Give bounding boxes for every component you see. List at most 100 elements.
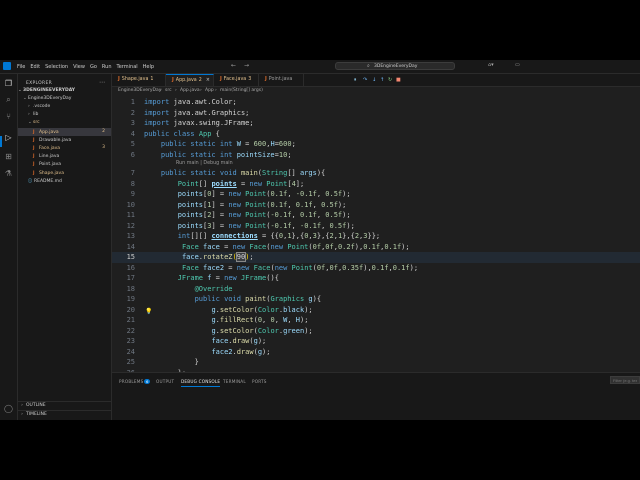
code-token: 0.5f [321, 200, 338, 209]
folder-engine[interactable]: ⌄Engine3DEveryDay [18, 95, 116, 103]
tree-item-label: lib [33, 112, 39, 118]
code-token: face2 [203, 263, 225, 272]
code-text: points[3] = new Point(-0.1f, -0.1f, 0.5f… [144, 221, 355, 232]
tree-item[interactable]: J Drawable.java [18, 136, 111, 144]
code-token: face2 [211, 347, 233, 356]
close-tab-icon[interactable]: × [206, 78, 210, 83]
tree-item[interactable]: J App.java 2 [18, 127, 111, 136]
code-line: 18 @Override [112, 284, 640, 295]
code-line: 21 g.fillRect(0, 0, W, H); [112, 315, 640, 326]
code-token: draw [236, 347, 254, 356]
run-debug-icon[interactable]: ▷ [4, 133, 13, 142]
code-token: fillRect [219, 316, 254, 324]
code-token: [] [198, 179, 212, 188]
line-number: 3 [130, 119, 135, 127]
code-token: Color [257, 326, 279, 335]
breadcrumb-item[interactable]: Engine3DEveryDay [118, 87, 161, 95]
code-token: = [224, 263, 237, 272]
menu-item-run[interactable]: Run [102, 64, 112, 70]
explorer-icon[interactable]: ❐ [4, 79, 13, 88]
breadcrumb-item[interactable]: main(String[] args) [220, 87, 263, 95]
outline-section[interactable]: › OUTLINE [18, 401, 111, 410]
timeline-section[interactable]: › TIMELINE [18, 410, 111, 419]
code-token: ); [262, 347, 271, 356]
line-number: 6 [130, 150, 135, 159]
debug-stop-icon[interactable]: ■ [396, 77, 401, 83]
code-text: import java.awt.Color; [144, 97, 237, 108]
source-control-icon[interactable]: ⑂ [4, 112, 13, 121]
code-token: JFrame [240, 274, 267, 282]
filter-input[interactable] [610, 376, 640, 384]
tree-item[interactable]: J Shape.java [18, 169, 111, 177]
codelens-run-debug[interactable]: Run main | Debug main [176, 160, 233, 168]
command-center[interactable]: ⌕ 3DEngineEveryDay [335, 62, 455, 70]
code-text: Face face2 = new Face(new Point(0f,0f,0.… [144, 263, 418, 274]
debug-restart-icon[interactable]: ↻ [388, 77, 392, 83]
code-editor[interactable]: 💡 1 import java.awt.Color; 2 import java.aw… [112, 95, 640, 377]
line-number: 2 [130, 108, 135, 117]
code-token: ); [337, 200, 347, 209]
code-token: 0.5f [329, 221, 347, 230]
menu-item-help[interactable]: Help [143, 64, 154, 70]
panel-tab-terminal[interactable]: TERMINAL [223, 379, 246, 384]
menu-item-selection[interactable]: Selection [45, 64, 68, 70]
line-number: 11 [126, 211, 135, 219]
debug-pause-icon[interactable]: ⏸ [354, 77, 357, 83]
debug-step-into-icon[interactable]: ↓ [372, 77, 376, 83]
menu-item-edit[interactable]: Edit [30, 64, 40, 70]
workspace-root[interactable]: ⌄3DENGINEEVERYDAY [18, 87, 111, 95]
code-token: class [173, 129, 199, 138]
copilot-icon[interactable]: ⌂▾ [488, 62, 494, 68]
debug-step-out-icon[interactable]: ↑ [380, 77, 384, 83]
tree-item[interactable]: J Point.java [18, 160, 111, 168]
search-icon[interactable]: ⌕ [4, 95, 13, 104]
line-number: 1 [130, 98, 135, 106]
accounts-icon[interactable]: ◯ [4, 404, 13, 413]
code-token: ] = [211, 200, 229, 209]
more-actions-icon[interactable]: ⋯ [99, 79, 105, 86]
explorer-sidebar: EXPLORER ⋯ ⌄3DENGINEEVERYDAY ⌄Engine3DEv… [18, 74, 112, 420]
panel-tab-label: DEBUG CONSOLE [181, 379, 221, 384]
testing-icon[interactable]: ⚗ [4, 169, 13, 178]
code-text: face.draw(g); [144, 336, 266, 347]
tree-item-label: .vscode [33, 104, 51, 109]
code-token: = [240, 140, 254, 148]
tab-app-java[interactable]: J App.java 2 × [166, 74, 214, 86]
back-arrow-icon[interactable]: ← [231, 62, 236, 69]
panel-tab-debug-console[interactable]: DEBUG CONSOLE [181, 379, 221, 387]
forward-arrow-icon[interactable]: → [244, 62, 249, 69]
code-token: },{ [316, 232, 330, 240]
menu-item-file[interactable]: File [17, 64, 25, 70]
tree-item[interactable]: › lib [18, 111, 111, 119]
code-token: paint [245, 295, 267, 303]
extensions-icon[interactable]: ⊞ [4, 152, 13, 161]
line-number: 25 [126, 358, 135, 366]
tree-item[interactable]: › .vscode [18, 103, 111, 111]
tree-item[interactable]: J Line.java [18, 152, 111, 160]
code-line: 17 JFrame f = new JFrame(){ [112, 273, 640, 284]
tab-face-java[interactable]: J Face.java 3 [214, 74, 259, 86]
panel-tab-ports[interactable]: PORTS [252, 379, 267, 384]
tab-shape-java[interactable]: J Shape.java 1 [112, 74, 166, 86]
code-token: ] = [211, 211, 229, 219]
panel-tab-problems[interactable]: PROBLEMS 6 [119, 379, 151, 384]
debug-step-over-icon[interactable]: ↷ [363, 77, 367, 83]
line-number: 10 [126, 200, 135, 209]
code-token: @Override [194, 284, 233, 293]
menu-item-go[interactable]: Go [90, 64, 97, 70]
tree-item[interactable]: ⓘ README.md [18, 177, 111, 185]
breadcrumb-item[interactable]: App [205, 87, 214, 95]
breadcrumb-item[interactable]: src [165, 87, 172, 95]
panel-tab-output[interactable]: OUTPUT [156, 379, 174, 384]
tab-point-java[interactable]: J Point.java [259, 74, 304, 86]
menu-item-view[interactable]: View [73, 64, 85, 70]
tree-item[interactable]: J Face.java 3 [18, 144, 111, 152]
code-line: 20 g.setColor(Color.black); [112, 305, 640, 316]
line-number: 22 [126, 326, 135, 335]
java-file-icon: J [118, 77, 120, 82]
layout-icon[interactable]: ▭ [515, 62, 520, 68]
menu-item-terminal[interactable]: Terminal [117, 64, 138, 70]
breadcrumb-item[interactable]: App.java [180, 87, 200, 95]
tree-item[interactable]: ⌄src [18, 119, 111, 127]
